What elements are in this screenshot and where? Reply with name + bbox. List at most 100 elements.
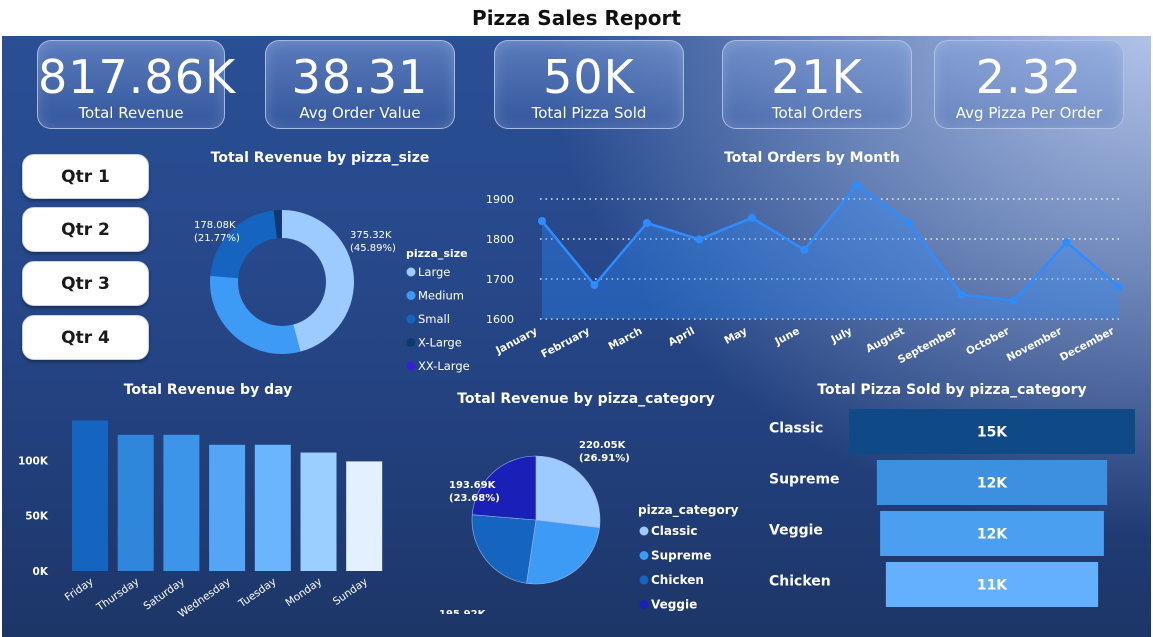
size-chart-title: Total Revenue by pizza_size [210,150,430,166]
qtr-2-button[interactable]: Qtr 2 [22,207,149,252]
pie-legend-supreme: Supreme [651,549,711,563]
pie-legend-veggie: Veggie [651,598,697,612]
donut-legend-xx-large: XX-Large [418,359,470,373]
month-xtick-july: July [828,325,854,346]
day-ytick-50k: 50K [25,511,49,523]
pie-legend-marker-veggie [639,600,649,609]
pie-legend-marker-supreme [639,551,649,560]
dashboard-canvas: 817.86K Total Revenue 38.31 Avg Order Va… [2,36,1151,637]
month-ytick-1600: 1600 [486,313,514,326]
month-point-may [747,213,756,222]
month-xtick-march: March [607,325,645,353]
day-bar-wednesday [209,444,246,571]
day-xtick-thursday: Thursday [94,576,142,614]
month-point-april [695,235,704,244]
month-ytick-1700: 1700 [486,273,514,286]
month-xtick-november: November [1005,325,1065,364]
pie-legend-marker-chicken [639,575,649,585]
funnel-value-veggie: 12K [977,527,1008,543]
pie-label-chicken-line-1: 195.92K [439,609,487,614]
month-point-december [1115,283,1123,291]
kpi-avg-pizza-per-order-value: 2.32 [975,50,1083,104]
funnel-category-supreme: Supreme [769,472,840,488]
funnel-category-chicken: Chicken [769,574,831,590]
day-xtick-tuesday: Tuesday [236,576,279,611]
pie-label-veggie-line-2: (23.68%) [449,493,500,504]
month-ytick-1900: 1900 [486,193,514,206]
day-ytick-100k: 100K [18,455,49,467]
day-bar-thursday [117,434,154,571]
pizza-sold-by-category-funnel-chart: 15K Classic 12K Supreme 12K Veggie 11K Chicken [769,409,1135,607]
month-xtick-august: August [864,325,907,355]
kpi-total-revenue-card: 817.86K Total Revenue [37,40,237,129]
funnel-value-chicken: 11K [977,578,1008,594]
donut-label-small-line-1: 178.08K [194,220,236,231]
donut-legend-marker-large [406,267,416,277]
funnel-category-classic: Classic [769,421,823,437]
revenue-by-category-pie-chart: 220.05K(26.91%)208.2K(25.46%)195.92K(23.… [439,440,739,614]
day-bar-saturday [163,434,200,571]
kpi-avg-pizza-per-order-label: Avg Pizza Per Order [955,104,1103,122]
month-xtick-june: June [772,325,801,348]
kpi-avg-order-value-card: 38.31 Avg Order Value [265,40,455,129]
donut-slice-medium [210,275,301,354]
kpi-total-orders-value: 21K [771,50,863,104]
month-point-september [957,290,966,299]
month-point-june [800,245,809,254]
day-xtick-friday: Friday [63,576,96,604]
donut-label-large-line-1: 375.32K [350,230,392,241]
kpi-avg-pizza-per-order-card: 2.32 Avg Pizza Per Order [934,40,1124,129]
pie-slice-supreme [526,519,600,585]
funnel-value-supreme: 12K [977,476,1008,492]
kpi-total-pizza-sold-value: 50K [543,50,635,104]
donut-label-large-line-2: (45.89%) [350,243,396,254]
month-xtick-february: February [539,325,592,361]
donut-legend-marker-x-large [406,338,416,347]
day-ytick-0k: 0K [33,566,49,578]
month-point-october [1010,296,1019,305]
pie-legend-title: pizza_category [638,503,739,518]
pie-label-veggie-line-1: 193.69K [449,480,497,491]
pie-legend-chicken: Chicken [651,573,704,587]
day-bar-friday [72,420,108,571]
day-chart-title: Total Revenue by day [123,382,293,398]
day-bar-monday [300,452,337,571]
month-point-august [905,218,914,227]
revenue-by-day-bar-chart: 0K50K100KFridayThursday SaturdayWednesday… [18,420,383,620]
month-point-november [1062,238,1071,247]
month-xtick-april: April [666,325,696,349]
month-point-march [642,219,651,227]
qtr-4-button[interactable]: Qtr 4 [22,315,149,360]
pie-label-classic-line-2: (26.91%) [579,453,630,464]
kpi-total-orders-card: 21K Total Orders [722,40,912,129]
donut-label-small-line-2: (21.77%) [194,233,240,244]
donut-legend-small: Small [418,312,450,326]
month-point-january [538,217,546,225]
funnel-category-veggie: Veggie [769,523,823,539]
day-bar-sunday [346,461,383,571]
kpi-total-revenue-value: 817.86K [38,50,237,104]
kpi-total-orders-label: Total Orders [771,104,863,122]
kpi-avg-order-value-label: Avg Order Value [299,104,421,122]
category-revenue-chart-title: Total Revenue by pizza_category [457,391,715,407]
month-ytick-1800: 1800 [486,233,514,246]
pie-legend-marker-classic [639,526,649,536]
category-sold-chart-title: Total Pizza Sold by pizza_category [817,382,1087,398]
day-xtick-monday: Monday [283,576,324,610]
pie-label-classic-line-1: 220.05K [579,440,627,451]
donut-legend-marker-medium [406,291,416,300]
donut-legend-medium: Medium [418,289,464,303]
qtr-1-button[interactable]: Qtr 1 [22,154,149,199]
month-point-july [852,181,861,189]
month-xtick-january: January [493,325,539,357]
donut-legend-x-large: X-Large [418,336,462,350]
qtr-3-button[interactable]: Qtr 3 [22,261,149,306]
kpi-avg-order-value-value: 38.31 [291,50,429,104]
pie-legend-classic: Classic [651,524,698,538]
donut-legend-title: pizza_size [406,247,468,260]
donut-legend-large: Large [418,265,450,279]
month-xtick-september: September [896,325,960,367]
report-title: Pizza Sales Report [0,0,1153,36]
day-bar-tuesday [254,444,291,571]
month-xtick-december: December [1058,325,1117,364]
